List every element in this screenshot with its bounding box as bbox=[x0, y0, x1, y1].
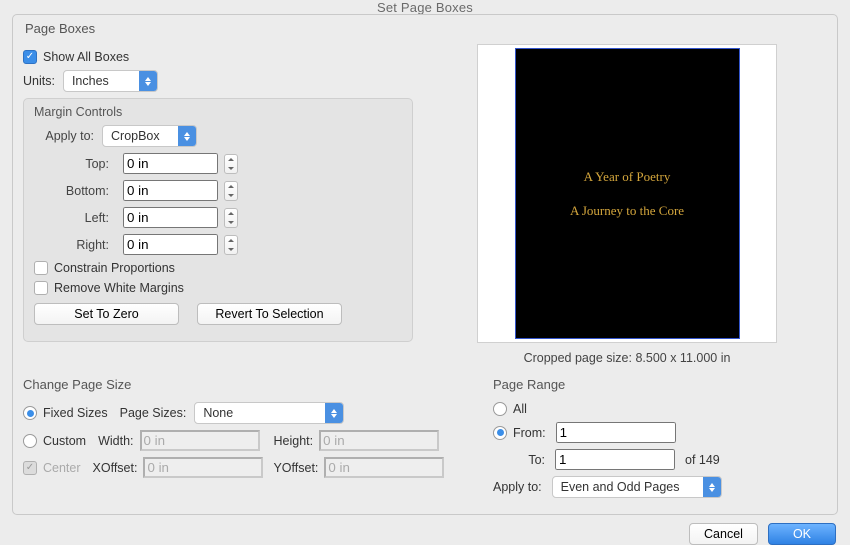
show-all-boxes-label: Show All Boxes bbox=[43, 50, 129, 64]
page-sizes-label: Page Sizes: bbox=[120, 406, 187, 420]
range-apply-to-value: Even and Odd Pages bbox=[561, 480, 680, 494]
all-label: All bbox=[513, 402, 527, 416]
window-title: Set Page Boxes bbox=[0, 0, 850, 14]
custom-radio[interactable] bbox=[23, 434, 37, 448]
margin-right-input[interactable] bbox=[123, 234, 218, 255]
margin-bottom-label: Bottom: bbox=[34, 184, 109, 198]
units-select[interactable]: Inches bbox=[63, 70, 158, 92]
height-label: Height: bbox=[274, 434, 314, 448]
yoffset-label: YOffset: bbox=[273, 461, 318, 475]
from-label: From: bbox=[513, 426, 546, 440]
chevron-down-icon bbox=[325, 403, 343, 423]
cancel-button[interactable]: Cancel bbox=[689, 523, 758, 545]
xoffset-input bbox=[143, 457, 263, 478]
all-radio[interactable] bbox=[493, 402, 507, 416]
change-size-title: Change Page Size bbox=[23, 377, 463, 392]
range-apply-to-label: Apply to: bbox=[493, 480, 542, 494]
revert-button[interactable]: Revert To Selection bbox=[197, 303, 342, 325]
fixed-sizes-label: Fixed Sizes bbox=[43, 406, 108, 420]
set-to-zero-button[interactable]: Set To Zero bbox=[34, 303, 179, 325]
xoffset-label: XOffset: bbox=[93, 461, 138, 475]
preview-line-1: A Year of Poetry bbox=[516, 169, 739, 185]
margin-apply-to-select[interactable]: CropBox bbox=[102, 125, 197, 147]
chevron-down-icon bbox=[139, 71, 157, 91]
margin-apply-to-label: Apply to: bbox=[34, 129, 94, 143]
margin-right-stepper[interactable] bbox=[224, 235, 238, 255]
page-sizes-value: None bbox=[203, 406, 233, 420]
preview-line-2: A Journey to the Core bbox=[516, 203, 739, 219]
page-sizes-select[interactable]: None bbox=[194, 402, 344, 424]
to-label: To: bbox=[513, 453, 545, 467]
preview-page-content: A Year of Poetry A Journey to the Core bbox=[515, 48, 740, 339]
margin-apply-to-value: CropBox bbox=[111, 129, 160, 143]
remove-margins-checkbox[interactable] bbox=[34, 281, 48, 295]
center-label: Center bbox=[43, 461, 81, 475]
from-input[interactable] bbox=[556, 422, 676, 443]
page-preview: A Year of Poetry A Journey to the Core bbox=[477, 44, 777, 343]
constrain-checkbox[interactable] bbox=[34, 261, 48, 275]
to-input[interactable] bbox=[555, 449, 675, 470]
range-apply-to-select[interactable]: Even and Odd Pages bbox=[552, 476, 722, 498]
yoffset-input bbox=[324, 457, 444, 478]
width-label: Width: bbox=[98, 434, 133, 448]
page-boxes-label: Page Boxes bbox=[25, 21, 827, 36]
margin-controls-title: Margin Controls bbox=[34, 105, 402, 119]
margin-left-input[interactable] bbox=[123, 207, 218, 228]
fixed-sizes-radio[interactable] bbox=[23, 406, 37, 420]
margin-bottom-input[interactable] bbox=[123, 180, 218, 201]
margin-left-label: Left: bbox=[34, 211, 109, 225]
margin-controls-group: Margin Controls Apply to: CropBox Top: B… bbox=[23, 98, 413, 342]
margin-left-stepper[interactable] bbox=[224, 208, 238, 228]
margin-top-label: Top: bbox=[34, 157, 109, 171]
margin-bottom-stepper[interactable] bbox=[224, 181, 238, 201]
chevron-down-icon bbox=[178, 126, 196, 146]
margin-top-stepper[interactable] bbox=[224, 154, 238, 174]
page-range-title: Page Range bbox=[493, 377, 827, 392]
of-label: of 149 bbox=[685, 453, 720, 467]
custom-label: Custom bbox=[43, 434, 86, 448]
from-radio[interactable] bbox=[493, 426, 507, 440]
width-input bbox=[140, 430, 260, 451]
page-boxes-panel: Page Boxes ✓ Show All Boxes Units: Inche… bbox=[12, 14, 838, 515]
show-all-boxes-checkbox[interactable]: ✓ bbox=[23, 50, 37, 64]
height-input bbox=[319, 430, 439, 451]
remove-margins-label: Remove White Margins bbox=[54, 281, 184, 295]
constrain-label: Constrain Proportions bbox=[54, 261, 175, 275]
ok-button[interactable]: OK bbox=[768, 523, 836, 545]
center-checkbox: ✓ bbox=[23, 461, 37, 475]
margin-top-input[interactable] bbox=[123, 153, 218, 174]
cropped-size-label: Cropped page size: 8.500 x 11.000 in bbox=[427, 351, 827, 365]
units-label: Units: bbox=[23, 74, 55, 88]
units-value: Inches bbox=[72, 74, 109, 88]
margin-right-label: Right: bbox=[34, 238, 109, 252]
chevron-down-icon bbox=[703, 477, 721, 497]
